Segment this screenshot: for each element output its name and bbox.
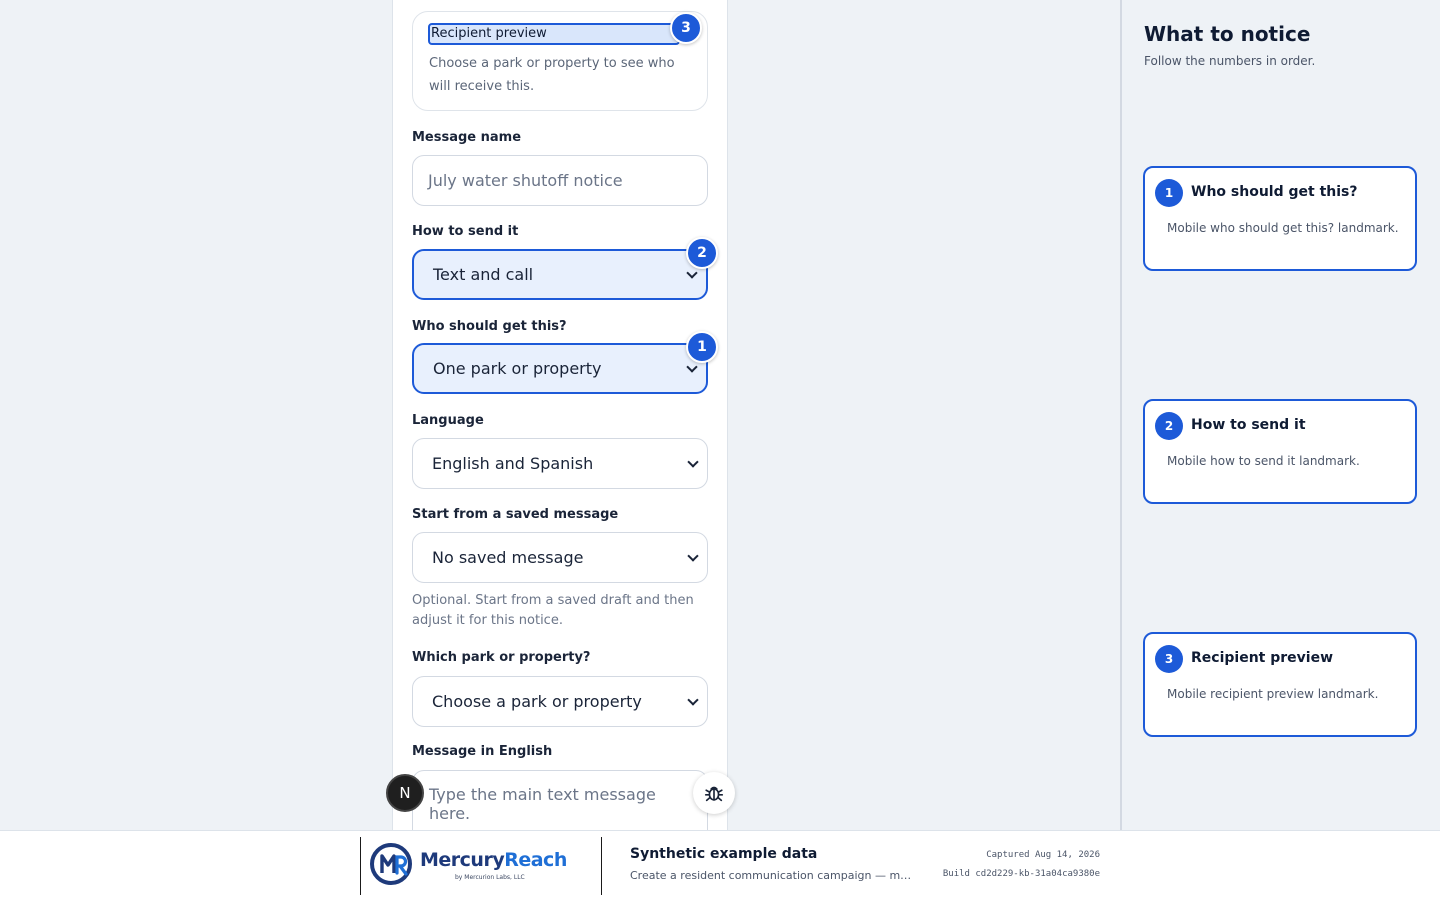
chevron-down-icon bbox=[687, 455, 699, 468]
message-name-label: Message name bbox=[412, 130, 522, 145]
note-body: Mobile how to send it landmark. bbox=[1167, 454, 1360, 468]
note-title: Recipient preview bbox=[1191, 650, 1333, 666]
footer-build: Build cd2d229-kb-31a04ca9380e bbox=[942, 869, 1100, 879]
brand-name-accent: Reach bbox=[504, 849, 567, 871]
note-number: 1 bbox=[1155, 179, 1183, 207]
bug-report-button[interactable] bbox=[693, 772, 735, 814]
recipient-preview-description: Choose a park or property to see who wil… bbox=[429, 56, 675, 94]
property-label: Which park or property? bbox=[412, 650, 591, 665]
language-select[interactable]: English and Spanish bbox=[412, 438, 708, 489]
saved-message-helper: Optional. Start from a saved draft and t… bbox=[412, 593, 694, 628]
audience-select[interactable]: One park or property bbox=[412, 343, 708, 394]
footer-divider bbox=[601, 837, 602, 895]
message-english-placeholder: Type the main text message here. bbox=[429, 785, 656, 823]
note-body: Mobile recipient preview landmark. bbox=[1167, 687, 1379, 701]
audience-value: One park or property bbox=[433, 359, 602, 378]
send-method-select[interactable]: Text and call bbox=[412, 249, 708, 300]
chevron-down-icon bbox=[687, 549, 699, 562]
badge-send-method: 2 bbox=[686, 237, 718, 269]
footer-bar: MercuryReach by Mercurion Labs, LLC Synt… bbox=[0, 830, 1440, 900]
message-english-textarea[interactable]: Type the main text message here. bbox=[412, 770, 708, 830]
note-card-recipient-preview: 3 Recipient preview Mobile recipient pre… bbox=[1143, 632, 1417, 737]
dev-tools-button[interactable]: N bbox=[386, 774, 424, 812]
app-stage: Recipient preview Choose a park or prope… bbox=[0, 0, 1440, 830]
brand-byline: by Mercurion Labs, LLC bbox=[455, 874, 525, 881]
message-name-placeholder: July water shutoff notice bbox=[428, 171, 623, 190]
saved-message-value: No saved message bbox=[432, 548, 584, 567]
footer-captured: Captured Aug 14, 2026 bbox=[986, 850, 1100, 860]
language-label: Language bbox=[412, 413, 484, 428]
bug-icon bbox=[704, 786, 724, 802]
footer-divider bbox=[360, 837, 361, 895]
note-title: Who should get this? bbox=[1191, 184, 1358, 200]
footer-description: Create a resident communication campaign… bbox=[630, 869, 912, 882]
recipient-preview-title: Recipient preview bbox=[428, 23, 680, 45]
note-card-audience: 1 Who should get this? Mobile who should… bbox=[1143, 166, 1417, 271]
send-method-label: How to send it bbox=[412, 224, 519, 239]
chevron-down-icon bbox=[687, 693, 699, 706]
send-method-value: Text and call bbox=[433, 265, 534, 284]
property-value: Choose a park or property bbox=[432, 692, 642, 711]
note-card-send-method: 2 How to send it Mobile how to send it l… bbox=[1143, 399, 1417, 504]
sidebar-title: What to notice bbox=[1144, 22, 1311, 46]
note-number: 3 bbox=[1155, 645, 1183, 673]
brand-mark-icon bbox=[370, 843, 412, 885]
brand-wordmark: MercuryReach bbox=[420, 849, 567, 871]
message-english-label: Message in English bbox=[412, 744, 553, 759]
audience-label: Who should get this? bbox=[412, 319, 567, 334]
badge-audience: 1 bbox=[686, 331, 718, 363]
sidebar-subtitle: Follow the numbers in order. bbox=[1144, 54, 1316, 68]
note-number: 2 bbox=[1155, 412, 1183, 440]
saved-message-select[interactable]: No saved message bbox=[412, 532, 708, 583]
message-name-input[interactable]: July water shutoff notice bbox=[412, 155, 708, 206]
note-title: How to send it bbox=[1191, 417, 1306, 433]
language-value: English and Spanish bbox=[432, 454, 594, 473]
brand-name-main: Mercury bbox=[420, 849, 505, 871]
note-body: Mobile who should get this? landmark. bbox=[1167, 221, 1399, 235]
saved-message-label: Start from a saved message bbox=[412, 507, 619, 522]
chevron-down-icon bbox=[686, 266, 698, 279]
chevron-down-icon bbox=[686, 360, 698, 373]
badge-recipient-preview: 3 bbox=[670, 12, 702, 44]
footer-title: Synthetic example data bbox=[630, 846, 818, 862]
property-select[interactable]: Choose a park or property bbox=[412, 676, 708, 727]
brand-logo: MercuryReach by Mercurion Labs, LLC bbox=[369, 841, 567, 889]
